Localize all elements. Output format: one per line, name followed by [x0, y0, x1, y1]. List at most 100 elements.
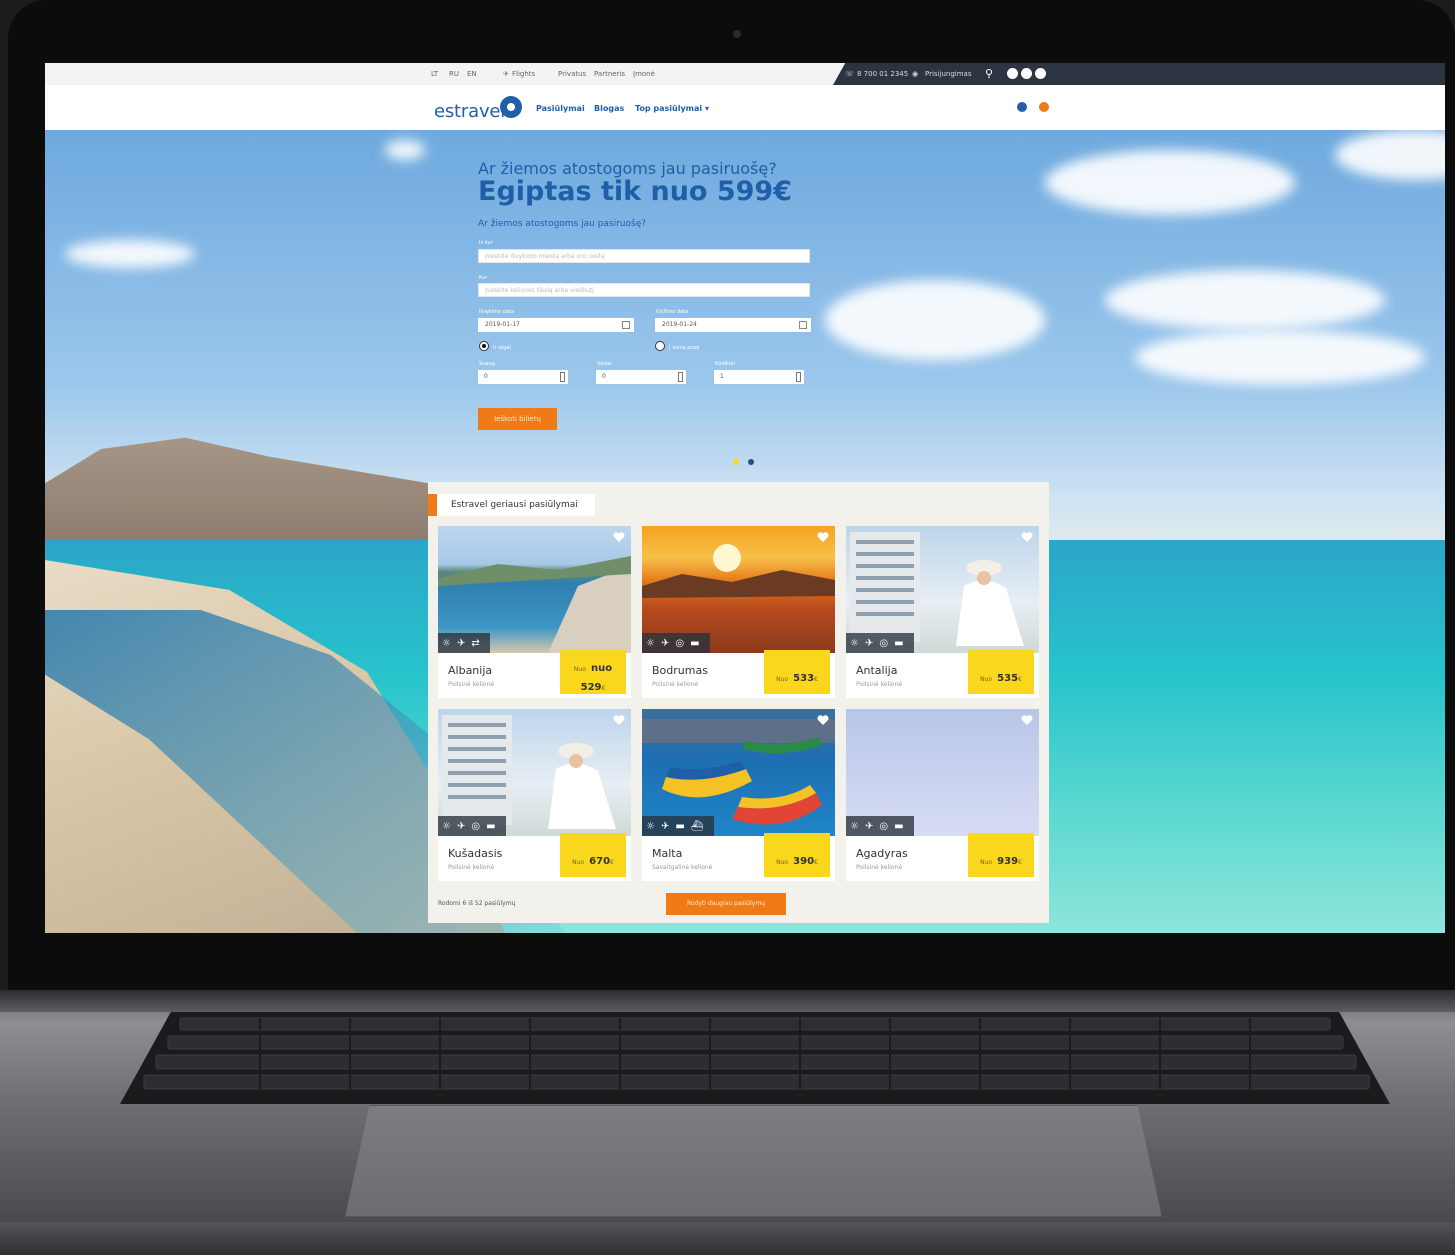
search-icon[interactable]: ⚲	[985, 67, 993, 80]
offer-card-agadyras[interactable]: ☼ ✈ ◎ ▬ Agadyras Poilsinė kelionė Nuo 939€	[846, 709, 1039, 881]
brand-logo[interactable]: estravel	[434, 101, 505, 122]
offer-card-antalija[interactable]: ☼ ✈ ◎ ▬ Antalija Poilsinė kelionė Nuo 535€	[846, 526, 1039, 698]
login-link[interactable]: Prisijungimas	[925, 70, 971, 78]
sun-icon: ☼	[442, 820, 451, 832]
favorites-heart-icon[interactable]	[1039, 102, 1049, 112]
radio-round-trip-label: Ir atgal	[493, 345, 511, 351]
adults-value: 0	[484, 373, 488, 380]
show-more-button[interactable]: Rodyti daugiau pasiūlymų	[666, 893, 786, 915]
plane-icon: ✈	[864, 820, 874, 832]
bed-icon: ▬	[486, 820, 496, 832]
instagram-icon[interactable]	[1021, 68, 1032, 79]
to-input[interactable]: Įveskite kelionės tikslą arba viešbutį	[478, 283, 810, 297]
phone-icon: ☏	[845, 70, 854, 78]
adults-stepper[interactable]: 0	[478, 370, 568, 384]
offers-panel: Estravel geriausi pasiūlymai ☼ ✈ ⇄ Albanij…	[428, 482, 1049, 923]
nav-blog[interactable]: Blogas	[594, 104, 624, 113]
nav-offers[interactable]: Pasiūlymai	[536, 104, 585, 113]
link-company[interactable]: Įmonė	[633, 70, 655, 78]
offer-card-malta[interactable]: ☼ ✈ ▬ ⛴ Malta Savaitgalinė kelionė Nuo 390€	[642, 709, 835, 881]
price-badge: Nuo 939€	[968, 833, 1034, 877]
stepper-arrows-icon[interactable]	[560, 372, 565, 382]
date-from-label: Išvykimo data	[479, 309, 515, 315]
offer-name: Bodrumas	[652, 664, 708, 677]
offer-card-kusadasis[interactable]: ☼ ✈ ◎ ▬ Kušadasis Poilsinė kelionė Nuo 670€	[438, 709, 631, 881]
transfer-icon: ⇄	[471, 637, 480, 649]
radio-round-trip[interactable]	[479, 341, 489, 351]
hero-question: Ar žiemos atostogoms jau pasiruošę?	[478, 219, 647, 229]
from-input[interactable]: Įveskite išvykimo miestą arba oro uostą	[478, 249, 810, 263]
offers-tab[interactable]: Estravel geriausi pasiūlymai	[428, 494, 595, 516]
price-currency: €	[814, 859, 818, 866]
heart-icon	[1021, 715, 1033, 725]
stepper-arrows-icon[interactable]	[678, 372, 683, 382]
offer-type: Poilsinė kelionė	[448, 681, 495, 688]
bed-icon: ▬	[894, 637, 904, 649]
price-badge: Nuo nuo 529€	[560, 650, 626, 694]
adults-label: Suaug.	[479, 361, 497, 367]
price-badge: Nuo 535€	[968, 650, 1034, 694]
lang-en[interactable]: EN	[467, 70, 477, 78]
infants-stepper[interactable]: 1	[714, 370, 804, 384]
hero-title: Egiptas tik nuo 599€	[478, 176, 793, 207]
link-partner[interactable]: Partneris	[594, 70, 625, 78]
price-prefix: Nuo	[980, 859, 993, 866]
trackpad	[345, 1105, 1162, 1217]
offer-card-bodrumas[interactable]: ☼ ✈ ◎ ▬ Bodrumas Poilsinė kelionė Nuo 533€	[642, 526, 835, 698]
date-to-input[interactable]: 2019-01-24	[655, 318, 811, 332]
carousel-dot-2[interactable]	[748, 459, 754, 465]
offer-type: Savaitgalinė kelionė	[652, 864, 713, 871]
offer-name: Malta	[652, 847, 683, 860]
children-value: 0	[602, 373, 606, 380]
search-tickets-button[interactable]: Ieškoti bilietų	[478, 408, 557, 430]
date-from-input[interactable]: 2019-01-17	[478, 318, 634, 332]
plane-icon: ✈	[660, 637, 670, 649]
link-flights[interactable]: Flights	[512, 70, 535, 78]
price-prefix: Nuo	[776, 859, 789, 866]
radio-one-way-label: Į vieną pusę	[669, 345, 700, 351]
offer-card-albanija[interactable]: ☼ ✈ ⇄ Albanija Poilsinė kelionė Nuo nuo 52…	[438, 526, 631, 698]
price-value: 670	[589, 856, 611, 867]
price-currency: €	[814, 676, 818, 683]
youtube-icon[interactable]	[1035, 68, 1046, 79]
lang-ru[interactable]: RU	[449, 70, 459, 78]
price-value: 939	[997, 856, 1019, 867]
infants-label: Kūdikiai	[715, 361, 735, 367]
bed-icon: ▬	[675, 820, 685, 832]
offer-type: Poilsinė kelionė	[652, 681, 699, 688]
offer-name: Kušadasis	[448, 847, 503, 860]
results-count: Rodomi 6 iš 52 pasiūlymų	[438, 900, 516, 907]
offer-image: ☼ ✈ ⇄	[438, 526, 631, 653]
plane-icon: ✈	[660, 820, 670, 832]
laptop-bottom-edge	[0, 1222, 1455, 1255]
offer-image: ☼ ✈ ◎ ▬	[846, 709, 1039, 836]
offer-type: Poilsinė kelionė	[856, 681, 903, 688]
meal-icon: ◎	[879, 637, 889, 649]
heart-icon	[613, 715, 625, 725]
link-private[interactable]: Privatus	[558, 70, 586, 78]
carousel-dot-1[interactable]	[733, 459, 739, 465]
date-to-label: Grįžimo data	[656, 309, 689, 315]
nav-top-offers[interactable]: Top pasiūlymai ▾	[635, 104, 709, 113]
facebook-icon[interactable]	[1007, 68, 1018, 79]
calendar-icon[interactable]	[799, 321, 807, 329]
sun-icon: ☼	[646, 820, 655, 832]
price-currency: €	[601, 685, 606, 692]
calendar-icon[interactable]	[622, 321, 630, 329]
stepper-arrows-icon[interactable]	[796, 372, 801, 382]
offer-image: ☼ ✈ ◎ ▬	[846, 526, 1039, 653]
phone-number[interactable]: 8 700 01 2345	[857, 70, 908, 78]
to-label: Kur	[479, 275, 488, 281]
children-label: Vaikai	[597, 361, 612, 367]
lang-lt[interactable]: LT	[431, 70, 438, 78]
chat-icon[interactable]	[1017, 102, 1027, 112]
price-prefix: Nuo	[572, 859, 585, 866]
price-prefix: Nuo	[776, 676, 789, 683]
offer-name: Antalija	[856, 664, 898, 677]
sun-icon: ☼	[850, 820, 859, 832]
infants-value: 1	[720, 373, 724, 380]
price-prefix: Nuo	[573, 666, 586, 673]
children-stepper[interactable]: 0	[596, 370, 686, 384]
radio-one-way[interactable]	[655, 341, 665, 351]
flight-icon: ✈	[503, 70, 509, 78]
